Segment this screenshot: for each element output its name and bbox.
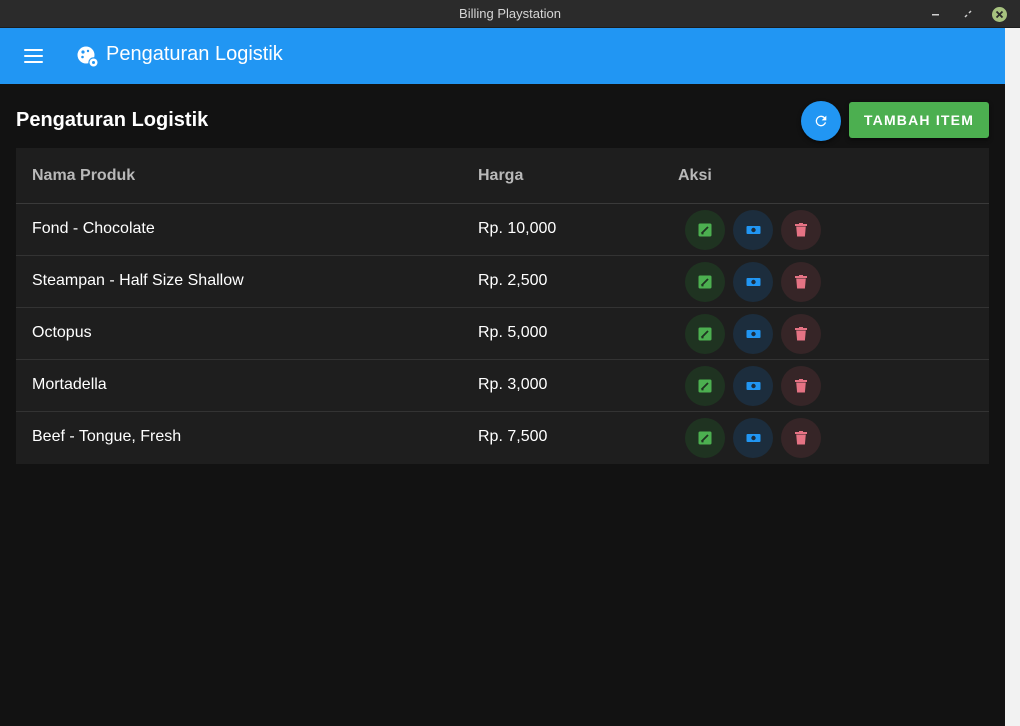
product-price: Rp. 10,000 [478, 220, 557, 237]
edit-button[interactable] [685, 210, 725, 250]
product-price: Rp. 3,000 [478, 376, 548, 393]
trash-icon [795, 431, 807, 445]
delete-button[interactable] [781, 366, 821, 406]
close-icon [991, 6, 1007, 22]
product-name: Steampan - Half Size Shallow [32, 272, 244, 289]
table-row: Beef - Tongue, Fresh Rp. 7,500 [16, 412, 989, 464]
product-name: Beef - Tongue, Fresh [32, 428, 182, 445]
table-header: Nama Produk Harga Aksi [16, 148, 989, 204]
delete-button[interactable] [781, 262, 821, 302]
table-row: Fond - Chocolate Rp. 10,000 [16, 204, 989, 256]
product-price: Rp. 7,500 [478, 428, 548, 445]
cash-icon [746, 434, 760, 442]
view-button[interactable] [733, 314, 773, 354]
table-row: Octopus Rp. 5,000 [16, 308, 989, 360]
row-actions [685, 262, 821, 302]
column-header-price[interactable]: Harga [478, 167, 523, 185]
product-price: Rp. 5,000 [478, 324, 548, 341]
app-bar: Pengaturan Logistik [0, 28, 1005, 84]
menu-icon[interactable] [24, 49, 43, 63]
product-name: Mortadella [32, 376, 107, 393]
edit-button[interactable] [685, 418, 725, 458]
view-button[interactable] [733, 418, 773, 458]
edit-button[interactable] [685, 314, 725, 354]
trash-icon [795, 327, 807, 341]
refresh-icon [815, 115, 827, 127]
pencil-box-icon [698, 327, 712, 341]
maximize-button[interactable] [960, 6, 976, 22]
page-title: Pengaturan Logistik [16, 109, 209, 131]
app-bar-title: Pengaturan Logistik [106, 43, 283, 65]
pencil-box-icon [698, 275, 712, 289]
cookie-gear-icon [77, 46, 99, 68]
cash-icon [746, 382, 760, 390]
cash-icon [746, 278, 760, 286]
product-price: Rp. 2,500 [478, 272, 548, 289]
add-item-button[interactable]: TAMBAH ITEM [849, 102, 989, 138]
cash-icon [746, 226, 760, 234]
edit-button[interactable] [685, 366, 725, 406]
trash-icon [795, 379, 807, 393]
product-table: Nama Produk Harga Aksi Fond - Chocolate … [16, 148, 989, 464]
view-button[interactable] [733, 262, 773, 302]
trash-icon [795, 223, 807, 237]
edit-button[interactable] [685, 262, 725, 302]
pencil-box-icon [698, 431, 712, 445]
close-button[interactable] [991, 6, 1007, 22]
delete-button[interactable] [781, 314, 821, 354]
product-name: Octopus [32, 324, 92, 341]
row-actions [685, 418, 821, 458]
product-name: Fond - Chocolate [32, 220, 155, 237]
window-title: Billing Playstation [459, 6, 561, 21]
cash-icon [746, 330, 760, 338]
row-actions [685, 366, 821, 406]
view-button[interactable] [733, 210, 773, 250]
delete-button[interactable] [781, 210, 821, 250]
minimize-button[interactable] [928, 6, 944, 22]
row-actions [685, 210, 821, 250]
view-button[interactable] [733, 366, 773, 406]
window-titlebar: Billing Playstation [0, 0, 1020, 28]
refresh-button[interactable] [801, 101, 841, 141]
table-row: Mortadella Rp. 3,000 [16, 360, 989, 412]
page-scrollbar[interactable] [1005, 28, 1020, 726]
pencil-box-icon [698, 379, 712, 393]
row-actions [685, 314, 821, 354]
column-header-name[interactable]: Nama Produk [32, 167, 135, 185]
restore-icon [964, 10, 972, 18]
delete-button[interactable] [781, 418, 821, 458]
pencil-box-icon [698, 223, 712, 237]
minimize-icon [932, 14, 939, 16]
trash-icon [795, 275, 807, 289]
column-header-actions: Aksi [678, 167, 712, 184]
table-row: Steampan - Half Size Shallow Rp. 2,500 [16, 256, 989, 308]
